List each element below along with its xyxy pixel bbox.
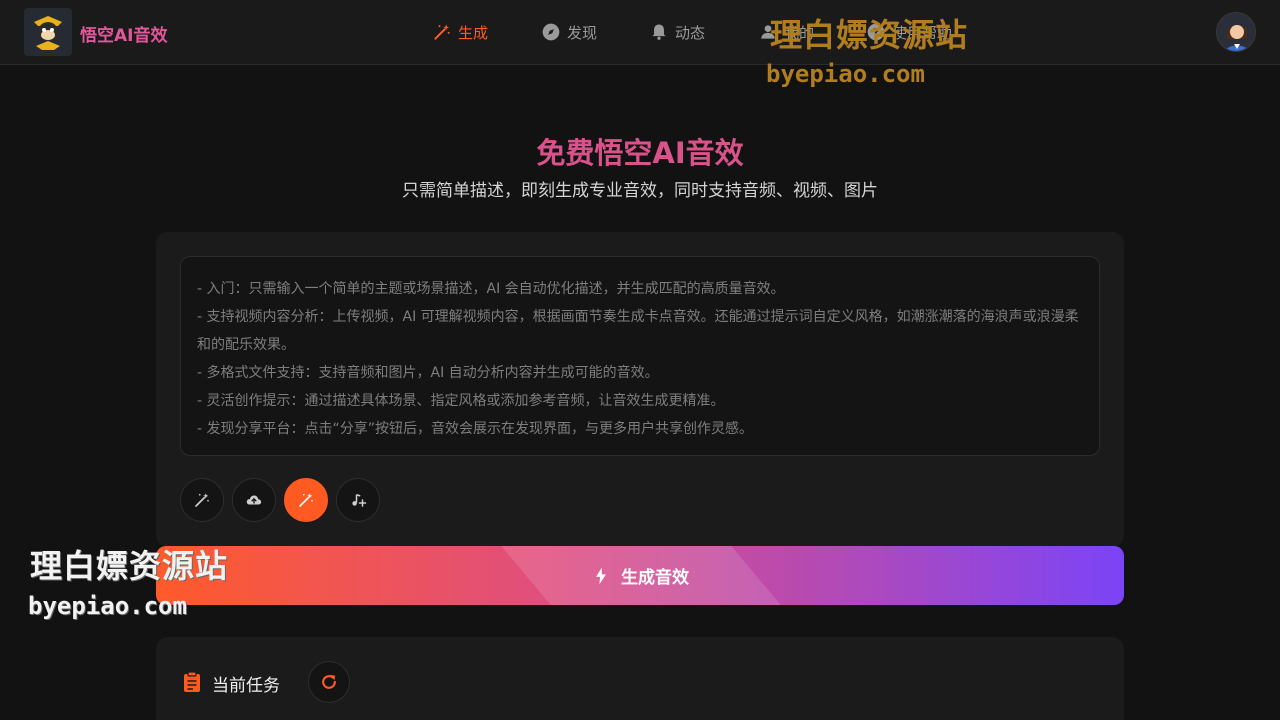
refresh-icon: [322, 674, 336, 689]
magic-wand-icon: [299, 493, 313, 507]
optimize-prompt-button[interactable]: [180, 478, 224, 522]
prompt-placeholder-line: - 发现分享平台：点击“分享”按钮后，音效会展示在发现界面，与更多用户共享创作灵…: [197, 421, 754, 437]
prompt-placeholder-line: - 多格式文件支持：支持音频和图片，AI 自动分析内容并生成可能的音效。: [197, 365, 659, 381]
refresh-button[interactable]: [308, 661, 350, 703]
avatar-icon: [1217, 13, 1255, 51]
watermark-url: byepiao.com: [766, 60, 925, 88]
nav-generate[interactable]: 生成: [432, 0, 488, 64]
prompt-textarea[interactable]: - 入门：只需输入一个简单的主题或场景描述，AI 会自动优化描述，并生成匹配的高…: [180, 256, 1100, 456]
magic-wand-icon: [434, 24, 450, 40]
current-task-panel: [156, 637, 1124, 720]
clipboard-icon: [184, 671, 200, 692]
page-subtitle: 只需简单描述，即刻生成专业音效，同时支持音频、视频、图片: [402, 181, 878, 201]
add-music-button[interactable]: [336, 478, 380, 522]
compass-icon: [542, 23, 560, 41]
nav-label: 生成: [458, 23, 489, 42]
auto-generate-toggle[interactable]: [284, 478, 328, 522]
watermark-url: byepiao.com: [28, 592, 187, 620]
bell-icon: [652, 24, 666, 40]
nav-label: 发现: [567, 23, 598, 42]
top-navbar: 悟空AI音效 生成 发现 动态 我的 ? 使用帮助: [0, 0, 1280, 65]
prompt-placeholder-line: - 灵活创作提示：通过描述具体场景、指定风格或添加参考音频，让音效生成更精准。: [197, 393, 725, 409]
upload-file-button[interactable]: [232, 478, 276, 522]
page-title: 免费悟空AI音效: [536, 136, 744, 170]
watermark-text: 理白嫖资源站: [30, 547, 229, 585]
nav-label: 动态: [675, 23, 706, 42]
user-avatar[interactable]: [1216, 12, 1256, 52]
app-logo[interactable]: [24, 8, 72, 56]
magic-wand-icon: [195, 493, 209, 507]
generate-sound-button[interactable]: 生成音效: [156, 546, 1124, 605]
watermark-text: 理白嫖资源站: [770, 16, 969, 54]
task-title: 当前任务: [212, 676, 280, 696]
prompt-placeholder-line: - 入门：只需输入一个简单的主题或场景描述，AI 会自动优化描述，并生成匹配的高…: [197, 281, 785, 297]
cloud-upload-icon: [246, 495, 262, 505]
generate-button-label: 生成音效: [621, 568, 689, 588]
music-add-icon: [352, 494, 367, 507]
brand-name[interactable]: 悟空AI音效: [80, 21, 167, 46]
nav-discover[interactable]: 发现: [541, 0, 597, 64]
lightning-icon: [596, 567, 606, 584]
nav-activity[interactable]: 动态: [649, 0, 705, 64]
monkey-logo-icon: [24, 8, 72, 56]
prompt-placeholder-line: - 支持视频内容分析：上传视频，AI 可理解视频内容，根据画面节奏生成卡点音效。…: [197, 309, 1079, 353]
